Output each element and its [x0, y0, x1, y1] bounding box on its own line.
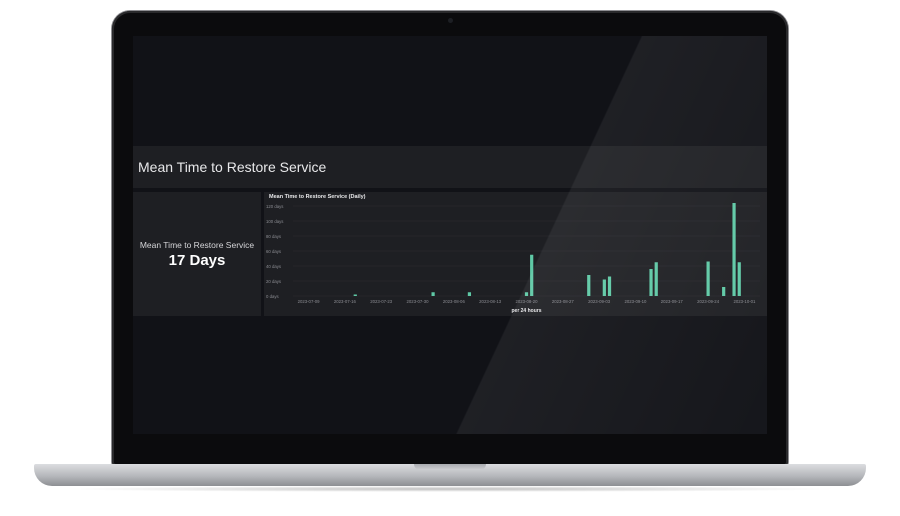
bar	[353, 294, 357, 296]
camera-icon	[448, 18, 453, 23]
x-tick-label: 2023-08-20	[516, 299, 539, 304]
bar	[654, 262, 658, 296]
x-tick-label: 2023-09-17	[661, 299, 684, 304]
bar	[602, 279, 606, 296]
x-tick-label: 2023-08-13	[479, 299, 502, 304]
y-tick-label: 80 days	[266, 234, 281, 239]
dashboard-screen: Mean Time to Restore Service Mean Time t…	[133, 36, 767, 434]
x-tick-label: 2023-07-23	[370, 299, 393, 304]
laptop-shadow	[60, 486, 840, 492]
x-tick-label: 2023-09-24	[697, 299, 720, 304]
y-tick-label: 120 days	[266, 204, 283, 209]
bar	[722, 287, 726, 296]
bar	[706, 261, 710, 296]
y-tick-label: 40 days	[266, 264, 281, 269]
y-tick-label: 60 days	[266, 249, 281, 254]
x-tick-label: 2023-08-27	[552, 299, 575, 304]
stat-value: 17 Days	[168, 251, 226, 269]
laptop-notch	[414, 464, 486, 470]
chart-panel[interactable]: Mean Time to Restore Service (Daily) 0 d…	[264, 192, 767, 316]
laptop-base	[34, 464, 866, 486]
bar	[530, 254, 534, 296]
x-axis-label: per 24 hours	[511, 308, 541, 314]
x-tick-label: 2023-08-06	[443, 299, 466, 304]
x-tick-label: 2023-07-09	[298, 299, 321, 304]
stat-panel[interactable]: Mean Time to Restore Service 17 Days	[133, 192, 261, 316]
bar	[524, 292, 529, 296]
header-panel: Mean Time to Restore Service	[133, 146, 767, 188]
y-tick-label: 100 days	[266, 219, 283, 224]
x-tick-label: 2023-09-03	[588, 299, 611, 304]
x-tick-label: 2023-07-16	[334, 299, 357, 304]
y-tick-label: 0 days	[266, 294, 279, 299]
y-tick-label: 20 days	[266, 279, 281, 284]
x-tick-label: 2023-10-01	[733, 299, 756, 304]
bar	[587, 275, 591, 296]
bar	[732, 203, 736, 296]
bar	[431, 292, 435, 296]
x-tick-label: 2023-09-10	[624, 299, 647, 304]
bar	[649, 269, 653, 296]
bar	[467, 292, 472, 296]
bar	[607, 276, 612, 296]
page-title: Mean Time to Restore Service	[138, 159, 327, 175]
x-tick-label: 2023-07-30	[407, 299, 430, 304]
bar-chart: 0 days 20 days 40 days 60 days 80 days 100 da…	[266, 203, 760, 314]
bar	[737, 262, 741, 296]
stat-label: Mean Time to Restore Service	[139, 239, 255, 250]
laptop-mockup: Mean Time to Restore Service Mean Time t…	[0, 0, 900, 516]
